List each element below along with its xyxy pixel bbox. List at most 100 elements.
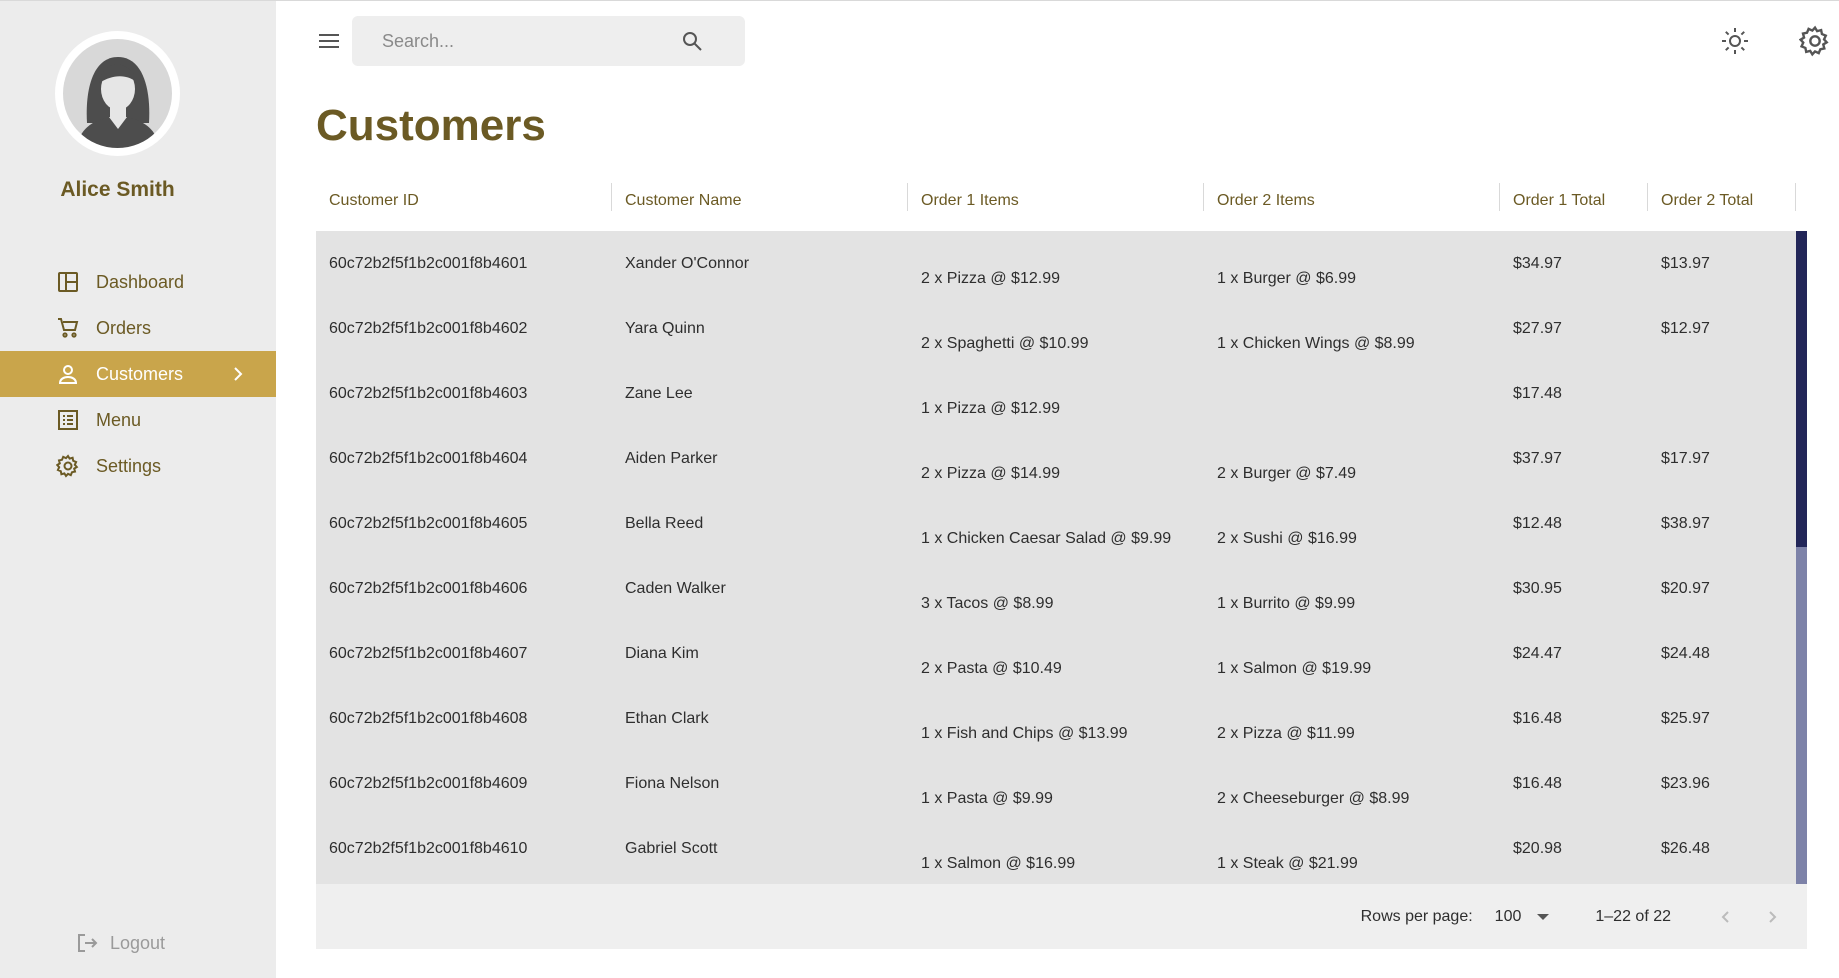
cell-customer-id: 60c72b2f5f1b2c001f8b4601	[329, 255, 528, 272]
cell-customer-name: Yara Quinn	[625, 320, 705, 337]
table-row[interactable]: 60c72b2f5f1b2c001f8b4603 Zane Lee 1 x Pi…	[316, 361, 1807, 426]
chevron-right-icon	[228, 364, 248, 384]
main-content: Customers Customer ID Customer Name Orde…	[276, 1, 1839, 978]
column-header-label: Customer Name	[625, 192, 742, 209]
chevron-right-icon	[1769, 910, 1777, 923]
cell-customer-id: 60c72b2f5f1b2c001f8b4602	[329, 320, 528, 337]
table-row[interactable]: 60c72b2f5f1b2c001f8b4608 Ethan Clark 1 x…	[316, 686, 1807, 751]
cell-customer-name: Diana Kim	[625, 645, 699, 662]
cell-order-2-items: 1 x Chicken Wings @ $8.99	[1217, 335, 1415, 352]
cell-customer-id: 60c72b2f5f1b2c001f8b4603	[329, 385, 528, 402]
gear-icon	[56, 454, 80, 478]
table-row[interactable]: 60c72b2f5f1b2c001f8b4606 Caden Walker 3 …	[316, 556, 1807, 621]
cell-customer-id: 60c72b2f5f1b2c001f8b4605	[329, 515, 528, 532]
next-page-button[interactable]	[1761, 906, 1783, 928]
list-icon	[56, 408, 80, 432]
column-separator[interactable]	[1795, 183, 1796, 211]
cell-order-1-total: $16.48	[1513, 710, 1562, 727]
cell-customer-id: 60c72b2f5f1b2c001f8b4609	[329, 775, 528, 792]
settings-gear-icon[interactable]	[1798, 25, 1831, 57]
sidebar-item-label: Customers	[96, 363, 184, 384]
column-header-order-1-total[interactable]: Order 1 Total	[1500, 171, 1648, 231]
previous-page-button[interactable]	[1715, 906, 1737, 928]
column-header-order-2-total[interactable]: Order 2 Total	[1648, 171, 1796, 231]
cell-order-1-total: $24.47	[1513, 645, 1562, 662]
column-header-label: Order 2 Items	[1217, 192, 1315, 209]
page-title: Customers	[316, 101, 546, 150]
column-header-label: Customer ID	[329, 192, 419, 209]
cell-order-1-total: $17.48	[1513, 385, 1562, 402]
cell-order-1-items: 2 x Spaghetti @ $10.99	[921, 335, 1089, 352]
rows-per-page-value: 100	[1494, 907, 1522, 925]
cell-customer-name: Fiona Nelson	[625, 775, 720, 792]
search-icon[interactable]	[681, 30, 703, 52]
theme-toggle-sun-icon[interactable]	[1719, 25, 1751, 57]
cell-order-2-total: $38.97	[1661, 515, 1710, 532]
column-header-label: Order 1 Total	[1513, 192, 1606, 209]
logout-label: Logout	[110, 932, 166, 953]
cell-customer-name: Caden Walker	[625, 580, 726, 597]
sidebar-item-orders[interactable]: Orders	[0, 305, 276, 351]
table-row[interactable]: 60c72b2f5f1b2c001f8b4604 Aiden Parker 2 …	[316, 426, 1807, 491]
cell-order-2-items: 1 x Salmon @ $19.99	[1217, 660, 1372, 677]
cell-order-1-total: $20.98	[1513, 840, 1562, 857]
cell-customer-id: 60c72b2f5f1b2c001f8b4606	[329, 580, 528, 597]
column-header-customer-id[interactable]: Customer ID	[316, 171, 612, 231]
cell-order-2-total: $13.97	[1661, 255, 1710, 272]
cell-order-2-items: 1 x Steak @ $21.99	[1217, 855, 1358, 872]
cell-order-1-total: $12.48	[1513, 515, 1562, 532]
cell-order-1-items: 2 x Pasta @ $10.49	[921, 660, 1062, 677]
cell-order-1-items: 3 x Tacos @ $8.99	[921, 595, 1054, 612]
search-input[interactable]	[352, 30, 672, 52]
logout-button[interactable]: Logout	[76, 931, 165, 955]
table-row[interactable]: 60c72b2f5f1b2c001f8b4607 Diana Kim 2 x P…	[316, 621, 1807, 686]
scrollbar-thumb[interactable]	[1796, 231, 1807, 547]
column-header-order-2-items[interactable]: Order 2 Items	[1204, 171, 1500, 231]
pagination-range: 1–22 of 22	[1595, 907, 1671, 925]
hamburger-menu-icon[interactable]	[316, 28, 342, 54]
table-row[interactable]: 60c72b2f5f1b2c001f8b4605 Bella Reed 1 x …	[316, 491, 1807, 556]
cell-customer-id: 60c72b2f5f1b2c001f8b4610	[329, 840, 528, 857]
customers-table: Customer ID Customer Name Order 1 Items …	[316, 171, 1807, 949]
sidebar-item-customers[interactable]: Customers	[0, 351, 276, 397]
cell-order-1-items: 1 x Pizza @ $12.99	[921, 400, 1060, 417]
cell-customer-name: Aiden Parker	[625, 450, 718, 467]
sidebar-nav: Dashboard Orders Customers Menu Settings	[0, 259, 276, 489]
table-row[interactable]: 60c72b2f5f1b2c001f8b4610 Gabriel Scott 1…	[316, 816, 1807, 881]
rows-per-page-label: Rows per page:	[1360, 907, 1473, 925]
sidebar-item-label: Orders	[96, 317, 152, 338]
logout-icon	[76, 931, 100, 955]
vertical-scrollbar[interactable]	[1796, 231, 1807, 884]
table-row[interactable]: 60c72b2f5f1b2c001f8b4609 Fiona Nelson 1 …	[316, 751, 1807, 816]
sidebar-item-settings[interactable]: Settings	[0, 443, 276, 489]
rows-per-page-select[interactable]: 100	[1495, 908, 1550, 926]
cell-order-2-total	[1648, 361, 1796, 426]
cell-order-1-items: 1 x Fish and Chips @ $13.99	[921, 725, 1128, 742]
cell-customer-name: Ethan Clark	[625, 710, 709, 727]
cell-order-1-items: 1 x Pasta @ $9.99	[921, 790, 1053, 807]
cell-order-1-total: $27.97	[1513, 320, 1562, 337]
sidebar-item-dashboard[interactable]: Dashboard	[0, 259, 276, 305]
table-header: Customer ID Customer Name Order 1 Items …	[316, 171, 1807, 231]
sidebar-item-menu[interactable]: Menu	[0, 397, 276, 443]
table-body: 60c72b2f5f1b2c001f8b4601 Xander O'Connor…	[316, 231, 1807, 884]
cell-order-2-items: 1 x Burrito @ $9.99	[1217, 595, 1356, 612]
cell-order-1-items: 2 x Pizza @ $14.99	[921, 465, 1060, 482]
cell-customer-name: Xander O'Connor	[625, 255, 750, 272]
cell-order-2-items: 2 x Pizza @ $11.99	[1217, 725, 1355, 742]
cell-order-2-total: $24.48	[1661, 645, 1710, 662]
sidebar-item-label: Settings	[96, 455, 162, 476]
sidebar-item-label: Menu	[96, 409, 142, 430]
column-header-customer-name[interactable]: Customer Name	[612, 171, 908, 231]
sidebar-item-label: Dashboard	[96, 271, 185, 292]
top-bar	[276, 1, 1839, 81]
table-row[interactable]: 60c72b2f5f1b2c001f8b4602 Yara Quinn 2 x …	[316, 296, 1807, 361]
column-header-label: Order 2 Total	[1661, 192, 1754, 209]
cart-icon	[56, 316, 80, 340]
column-header-order-1-items[interactable]: Order 1 Items	[908, 171, 1204, 231]
cell-order-2-items	[1204, 361, 1500, 426]
cell-order-2-items: 2 x Sushi @ $16.99	[1217, 530, 1357, 547]
table-row[interactable]: 60c72b2f5f1b2c001f8b4601 Xander O'Connor…	[316, 231, 1807, 296]
cell-order-2-total: $26.48	[1661, 840, 1710, 857]
cell-order-1-total: $37.97	[1513, 450, 1562, 467]
